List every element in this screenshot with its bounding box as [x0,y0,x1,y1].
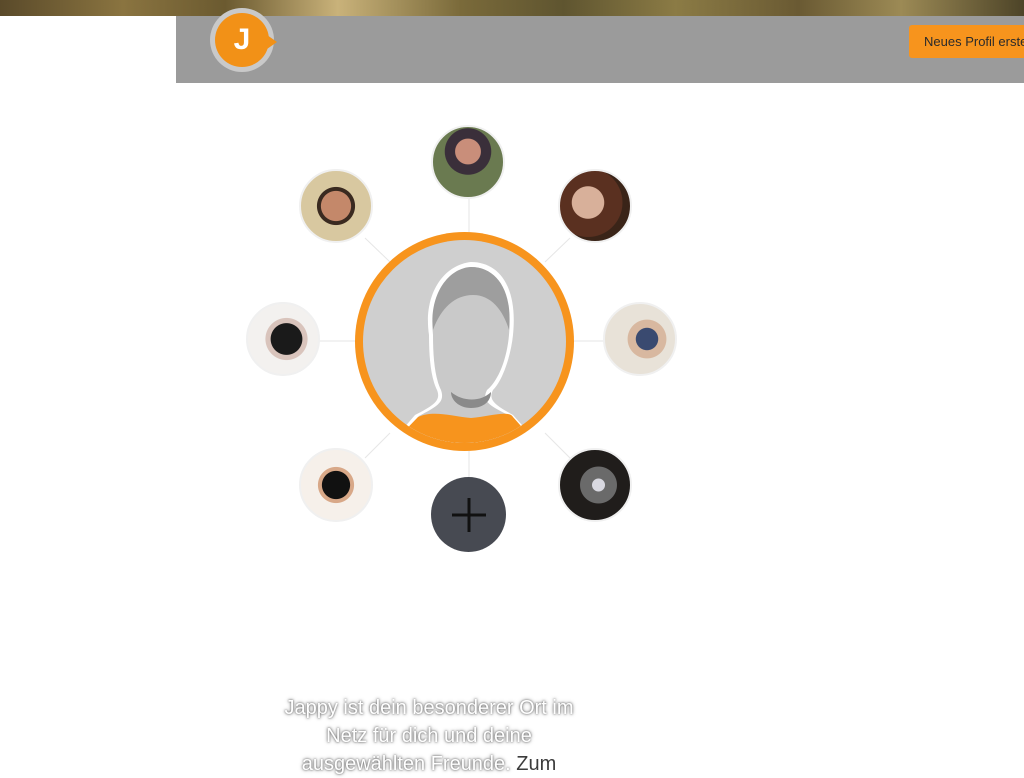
default-avatar [363,240,566,443]
plus-icon [451,497,486,532]
intro-text-line-3: ausgewählten Freunde. Zum [264,750,594,778]
add-friend-button[interactable] [431,477,506,552]
intro-text-line-3a: ausgewählten Freunde. [301,753,517,775]
intro-text-line-3b: Zum [516,753,557,775]
friend-avatar-bottom-right[interactable] [558,448,632,522]
friend-avatar-top[interactable] [431,125,505,199]
friend-avatar-right[interactable] [603,302,677,376]
friend-avatar-top-right[interactable] [558,169,632,243]
intro-text-line-1: Jappy ist dein besonderer Ort im [284,697,574,719]
friend-avatar-top-left[interactable] [299,169,373,243]
intro-text-line-2: Netz für dich und deine [326,725,532,747]
own-profile-avatar[interactable] [355,232,574,451]
person-silhouette-icon [391,262,538,443]
intro-text: Jappy ist dein besonderer Ort im Netz fü… [264,694,594,778]
friend-avatar-bottom-left[interactable] [299,448,373,522]
friend-avatar-left[interactable] [246,302,320,376]
